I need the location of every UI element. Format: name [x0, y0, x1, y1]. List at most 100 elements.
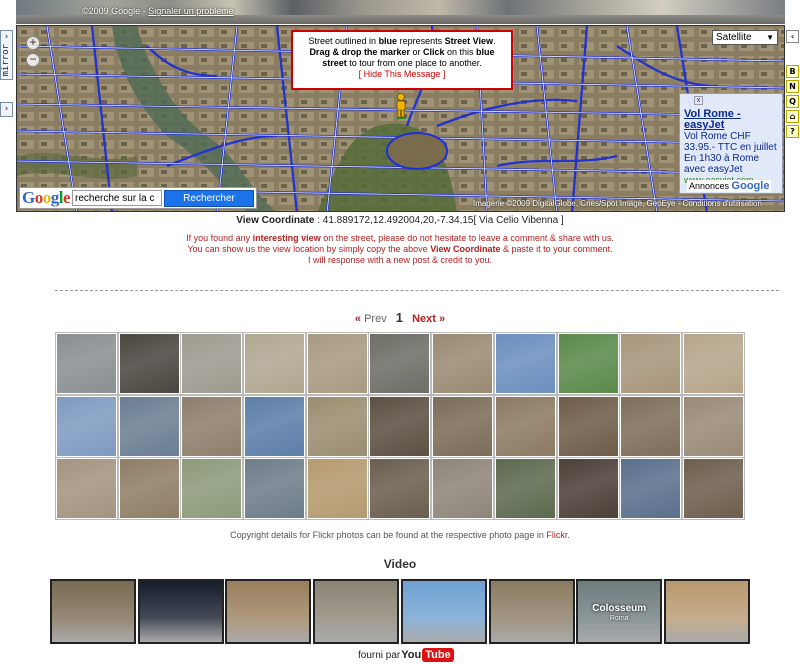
view-coordinate-label: View Coordinate	[236, 215, 315, 226]
street-view-panorama[interactable]: ©2009 Google - Signaler un problème	[16, 0, 785, 24]
photo-thumbnail[interactable]	[305, 394, 369, 458]
photo-thumbnail[interactable]	[243, 457, 307, 521]
info-blue-1: blue	[378, 36, 398, 46]
youtube-logo[interactable]: You Tube	[401, 648, 454, 662]
tool-q-button[interactable]: Q	[786, 95, 799, 108]
note-2c: & paste it to your comment.	[500, 244, 613, 254]
street-road-image	[16, 15, 785, 24]
annonces-brand: Google	[731, 180, 770, 192]
photo-thumbnail[interactable]	[55, 457, 118, 521]
left-gutter: › mirror ›	[0, 30, 14, 117]
note-3: I will response with a new post & credit…	[307, 255, 493, 265]
youtube-logo-tube: Tube	[422, 648, 454, 662]
info-drag-drop: Drag & drop the marker	[309, 47, 410, 57]
video-thumbnails: Colosseum Roma	[50, 579, 750, 644]
photo-thumbnail[interactable]	[681, 332, 745, 395]
photo-thumbnail[interactable]	[556, 332, 620, 395]
photo-thumbnail[interactable]	[619, 457, 683, 521]
video-section-title: Video	[383, 557, 417, 571]
photo-thumbnail[interactable]	[55, 332, 118, 395]
search-button[interactable]: Rechercher	[164, 189, 255, 207]
info-text-2d: on this	[444, 47, 477, 57]
current-page: 1	[395, 310, 403, 325]
chevron-right-icon: ›	[3, 103, 10, 114]
close-icon[interactable]: x	[694, 96, 703, 105]
photo-thumbnail[interactable]	[619, 394, 683, 458]
map-copyright: Imagerie ©2009 DigitalGlobe, Cnes/Spot I…	[473, 199, 762, 208]
chevron-down-icon: ▼	[766, 33, 774, 42]
prev-label: Prev	[364, 313, 387, 325]
flickr-photo-grid	[55, 332, 746, 521]
photo-thumbnail[interactable]	[556, 394, 620, 458]
photo-thumbnail[interactable]	[431, 457, 495, 521]
tool-b-button[interactable]: B	[786, 65, 799, 78]
video-thumbnail[interactable]	[50, 579, 136, 644]
photo-thumbnail[interactable]	[681, 457, 745, 521]
pegman-marker-icon[interactable]	[394, 93, 408, 119]
video-thumbnail[interactable]	[400, 579, 487, 644]
zoom-in-button[interactable]: +	[26, 36, 40, 50]
home-icon[interactable]: ⌂	[786, 110, 799, 123]
video-title-label: Colosseum	[592, 603, 647, 614]
prev-link[interactable]: « Prev	[355, 313, 387, 325]
photo-thumbnail[interactable]	[431, 332, 495, 395]
photo-thumbnail[interactable]	[493, 457, 557, 521]
photo-thumbnail[interactable]	[117, 332, 181, 395]
note-interesting-view: interesting view	[252, 233, 321, 243]
zoom-out-button[interactable]: −	[26, 53, 40, 67]
map-search-input[interactable]	[72, 190, 163, 206]
flickr-link[interactable]: Flickr	[546, 530, 567, 540]
mirror-tab[interactable]: › mirror	[0, 30, 13, 80]
info-click: Click	[422, 47, 445, 57]
next-label: Next	[412, 313, 436, 325]
photo-thumbnail[interactable]	[117, 457, 181, 521]
section-divider	[55, 290, 779, 291]
video-thumbnail[interactable]	[137, 579, 224, 644]
satellite-map[interactable]: + − Satellite ▼ Street outlined in blue …	[16, 25, 785, 212]
photo-thumbnail[interactable]	[305, 332, 369, 395]
video-thumbnail[interactable]	[663, 579, 750, 644]
hide-message-link[interactable]: [ Hide This Message ]	[298, 69, 506, 80]
info-street: street	[322, 58, 347, 68]
collapse-panel-icon[interactable]: ‹	[786, 30, 799, 43]
photo-thumbnail[interactable]	[55, 394, 118, 458]
photo-thumbnail[interactable]	[368, 332, 432, 395]
photo-thumbnail[interactable]	[180, 457, 244, 521]
video-thumbnail[interactable]	[488, 579, 575, 644]
street-view-copyright: ©2009 Google - Signaler un problème	[82, 6, 234, 16]
info-text-1c: represents	[397, 36, 445, 46]
photo-thumbnail[interactable]	[305, 457, 369, 521]
photo-thumbnail[interactable]	[243, 332, 307, 395]
video-thumbnail[interactable]	[313, 579, 400, 644]
photo-thumbnail[interactable]	[431, 394, 495, 458]
next-link[interactable]: Next »	[412, 313, 445, 325]
ad-description: Vol Rome CHF 33.95.- TTC en juillet En 1…	[684, 131, 777, 175]
google-logo: Google	[22, 188, 71, 207]
photo-thumbnail[interactable]	[368, 394, 432, 458]
photo-thumbnail[interactable]	[681, 394, 745, 458]
ad-title-link[interactable]: Vol Rome - easyJet	[684, 109, 778, 131]
tool-n-button[interactable]: N	[786, 80, 799, 93]
info-street-view: Street View	[444, 36, 493, 46]
video-thumbnail[interactable]: Colosseum Roma	[576, 579, 663, 644]
photo-thumbnail[interactable]	[117, 394, 181, 458]
note-1a: If you found any	[186, 233, 253, 243]
google-ad-box[interactable]: x Vol Rome - easyJet Vol Rome CHF 33.95.…	[679, 93, 783, 194]
photo-thumbnail[interactable]	[556, 457, 620, 521]
video-thumbnail[interactable]	[225, 579, 312, 644]
photo-thumbnail[interactable]	[180, 332, 244, 395]
photo-thumbnail[interactable]	[180, 394, 244, 458]
photo-thumbnail[interactable]	[368, 457, 432, 521]
map-type-select[interactable]: Satellite ▼	[712, 30, 778, 45]
report-problem-link[interactable]: Signaler un problème	[148, 6, 234, 16]
help-icon[interactable]: ?	[786, 125, 799, 138]
photo-thumbnail[interactable]	[493, 394, 557, 458]
annonces-google-label: Annonces Google	[687, 180, 772, 192]
provided-by-text: fourni par	[358, 649, 401, 661]
photo-thumbnail[interactable]	[493, 332, 557, 395]
youtube-logo-you: You	[401, 649, 422, 661]
photo-thumbnail[interactable]	[243, 394, 307, 458]
photo-thumbnail[interactable]	[619, 332, 683, 395]
mirror-tab-secondary[interactable]: ›	[0, 101, 13, 117]
mirror-tab-label: mirror	[1, 44, 11, 77]
